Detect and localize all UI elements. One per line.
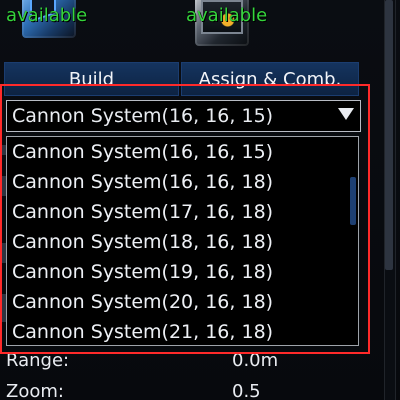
system-option[interactable]: Cannon System(19, 16, 18): [7, 257, 358, 287]
dropdown-scrollbar[interactable]: [350, 177, 356, 225]
selected-system: Cannon System(16, 16, 15): [12, 105, 274, 127]
panel-scrollbar[interactable]: [384, 0, 396, 400]
right-block-availability: available: [186, 5, 268, 26]
system-options-list[interactable]: Cannon System(16, 16, 15) Cannon System(…: [6, 136, 359, 346]
system-option[interactable]: Cannon System(20, 16, 18): [7, 287, 358, 317]
system-dropdown[interactable]: Cannon System(16, 16, 15): [6, 100, 361, 132]
assign-comb-tab[interactable]: Assign & Comb.: [181, 62, 359, 96]
left-control-sliver: [2, 294, 6, 322]
range-label: Range:: [6, 350, 70, 371]
system-option[interactable]: Cannon System(18, 16, 18): [7, 227, 358, 257]
panel-scrollbar-thumb[interactable]: [385, 0, 393, 270]
system-option[interactable]: Cannon System(17, 16, 18): [7, 197, 358, 227]
triangle-down-icon[interactable]: [338, 108, 354, 120]
left-control-sliver: [2, 243, 6, 263]
system-option[interactable]: Cannon System(21, 16, 18): [7, 317, 358, 345]
left-control-sliver: [2, 176, 6, 196]
system-option[interactable]: Cannon System(16, 16, 18): [7, 167, 358, 197]
build-tab[interactable]: Build: [4, 62, 179, 96]
left-control-sliver: [2, 145, 6, 155]
left-block-availability: available: [6, 5, 88, 26]
system-option[interactable]: Cannon System(16, 16, 15): [7, 137, 358, 167]
zoom-value: 0.5: [232, 381, 261, 400]
zoom-label: Zoom:: [6, 381, 64, 400]
build-panel: available available Build Assign & Comb.…: [0, 0, 400, 400]
range-value: 0.0m: [232, 350, 279, 371]
